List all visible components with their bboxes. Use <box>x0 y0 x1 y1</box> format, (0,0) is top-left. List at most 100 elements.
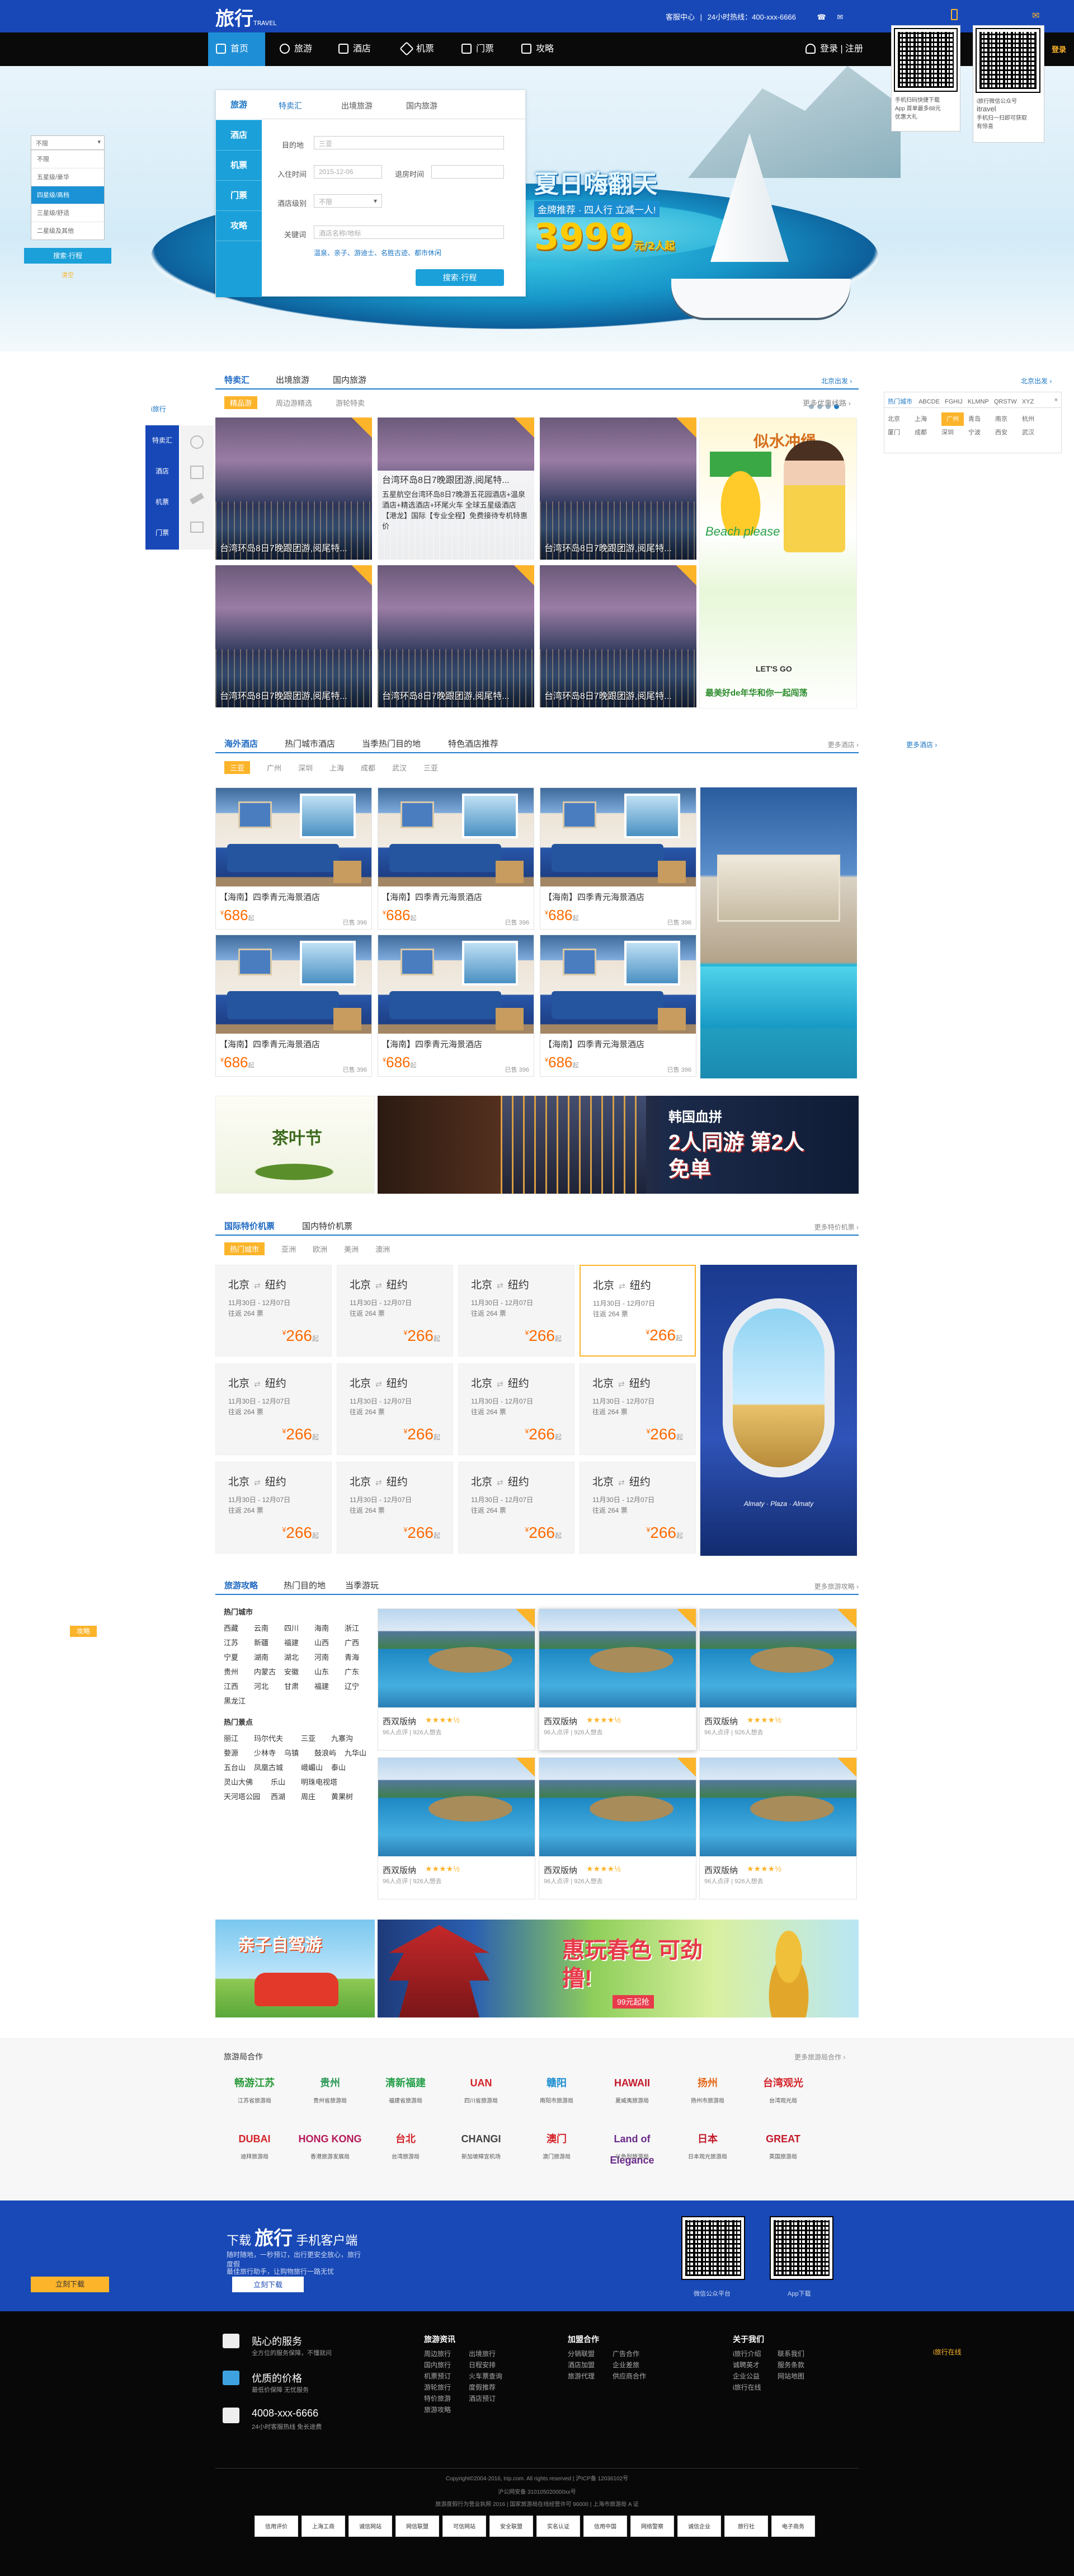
flight-card[interactable]: 北京 ⇄ 纽约 11月30日 - 12月07日 往返 264 票 ¥266起 <box>215 1265 332 1357</box>
guide-card[interactable]: 西双版纳 ★★★★½ 96人点评 | 926人想去 <box>699 1757 857 1899</box>
sale-card[interactable]: 台湾环岛8日7晚跟团游,阅尾特... <box>540 565 696 707</box>
partner-logo[interactable]: 澳门 澳门旅游局 <box>523 2128 590 2160</box>
city-link[interactable]: 杭州 <box>1022 412 1044 426</box>
flight-subtab-active[interactable]: 热门城市 <box>224 1242 265 1255</box>
partner-logo[interactable]: 贵州 贵州省旅游局 <box>296 2072 364 2104</box>
flight-card[interactable]: 北京 ⇄ 纽约 11月30日 - 12月07日 往返 264 票 ¥266起 <box>458 1462 574 1554</box>
footer-link[interactable]: 出境旅行 <box>469 2348 514 2359</box>
city-tab-active[interactable]: 热门城市 <box>888 398 912 405</box>
hotel-subtab[interactable]: 上海 <box>329 762 344 773</box>
trust-badge[interactable]: 安全联盟 <box>489 2516 533 2537</box>
feature-hotel-tab[interactable]: 特色酒店推荐 <box>448 738 498 749</box>
flight-card[interactable]: 北京 ⇄ 纽约 11月30日 - 12月07日 往返 264 票 ¥266起 <box>337 1265 453 1357</box>
hot-spot-link[interactable]: 鼓浪屿 <box>314 1746 345 1761</box>
city-link[interactable]: 成都 <box>915 426 941 439</box>
city-link[interactable]: 北京 <box>888 412 915 426</box>
close-icon[interactable]: × <box>1054 397 1058 403</box>
hot-city-link[interactable]: 福建 <box>314 1679 345 1694</box>
footer-link[interactable]: 联系我们 <box>778 2348 822 2359</box>
hot-city-link[interactable]: 广西 <box>345 1636 375 1650</box>
flight-card[interactable]: 北京 ⇄ 纽约 11月30日 - 12月07日 往返 264 票 ¥266起 <box>458 1363 574 1455</box>
hot-city-link[interactable]: 河北 <box>254 1679 284 1694</box>
hot-spot-link[interactable]: 周庄 <box>301 1790 331 1804</box>
trust-badge[interactable]: 诚信网站 <box>348 2516 392 2537</box>
hot-spot-link[interactable]: 九华山 <box>345 1746 375 1761</box>
service-center-link[interactable]: 客服中心 <box>666 13 695 21</box>
hotel-subtab[interactable]: 成都 <box>361 762 375 773</box>
guide-card[interactable]: 西双版纳 ★★★★½ 96人点评 | 926人想去 <box>539 1757 696 1899</box>
hotel-card[interactable]: 【海南】四季青元海景酒店 ¥686起 已售 396 <box>540 787 696 930</box>
footer-link[interactable]: 供应商合作 <box>613 2371 657 2382</box>
sale-card[interactable]: 台湾环岛8日7晚跟团游,阅尾特... <box>540 417 696 560</box>
hotel-card[interactable]: 【海南】四季青元海景酒店 ¥686起 已售 396 <box>378 787 534 930</box>
hot-spot-link[interactable]: 丽江 <box>224 1732 254 1746</box>
villa-ad[interactable] <box>700 787 857 1078</box>
level-select-input[interactable]: 不限 ▾ <box>314 194 382 208</box>
globe-icon[interactable] <box>190 435 204 449</box>
svtab-travel[interactable]: 旅游 <box>216 90 262 120</box>
trust-badge[interactable]: 网信联盟 <box>395 2516 439 2537</box>
flight-card[interactable]: 北京 ⇄ 纽约 11月30日 - 12月07日 往返 264 票 ¥266起 <box>580 1363 696 1455</box>
hot-city-link[interactable]: 江苏 <box>224 1636 254 1650</box>
footer-link[interactable]: 国内旅行 <box>424 2359 469 2371</box>
wechat-top-icon[interactable]: ✉ <box>1032 10 1039 21</box>
side-tag[interactable]: i旅行 <box>151 404 166 414</box>
site-logo[interactable]: 旅行TRAVEL <box>215 3 276 31</box>
hotel-card[interactable]: 【海南】四季青元海景酒店 ¥686起 已售 396 <box>215 787 372 930</box>
svtab-hotel[interactable]: 酒店 <box>216 120 262 151</box>
footer-link[interactable]: i旅行在线 <box>733 2382 778 2393</box>
hot-city-link[interactable]: 甘肃 <box>284 1679 314 1694</box>
hot-city-link[interactable]: 贵州 <box>224 1665 254 1679</box>
checkout-input[interactable] <box>431 165 504 179</box>
partner-logo[interactable]: HAWAII 夏威夷旅游局 <box>599 2072 666 2104</box>
spring-banner[interactable]: 惠玩春色 可劲撸! 99元起抢 <box>378 1920 859 2017</box>
hot-city-link[interactable]: 湖南 <box>254 1650 284 1665</box>
login-register-link[interactable]: 登录 | 注册 <box>805 32 863 66</box>
hot-city-link[interactable]: 海南 <box>314 1621 345 1636</box>
svtab-ticket[interactable]: 门票 <box>216 181 262 211</box>
flight-subtab[interactable]: 亚洲 <box>281 1244 296 1254</box>
hotel-icon[interactable] <box>190 466 204 479</box>
search-button[interactable]: 搜索·行程 <box>416 269 504 286</box>
level-option-selected[interactable]: 四星级/高档 <box>31 186 104 204</box>
hot-city-link[interactable]: 辽宁 <box>345 1679 375 1694</box>
footer-link[interactable]: 网站地图 <box>778 2371 822 2382</box>
checkin-input[interactable]: 2015-12-06 <box>314 165 382 179</box>
hotel-subtab[interactable]: 三亚 <box>423 762 438 773</box>
sale-subtab-active[interactable]: 精品游 <box>224 396 258 409</box>
hot-city-link[interactable]: 西藏 <box>224 1621 254 1636</box>
nav-home[interactable]: 首页 <box>208 32 265 66</box>
flight-subtab[interactable]: 澳洲 <box>375 1244 390 1254</box>
trust-badge[interactable]: 实名认证 <box>536 2516 580 2537</box>
partner-logo[interactable]: 日本 日本观光旅游局 <box>674 2128 741 2160</box>
trust-badge[interactable]: 诚信企业 <box>677 2516 721 2537</box>
partner-logo[interactable]: UAN 四川省旅游局 <box>447 2072 515 2104</box>
footer-link[interactable]: 日程安排 <box>469 2359 514 2371</box>
trust-badge[interactable]: 可信网站 <box>442 2516 486 2537</box>
footer-link[interactable]: 游轮旅行 <box>424 2382 469 2393</box>
level-option[interactable]: 二星级及其他 <box>31 222 104 240</box>
guide-card[interactable]: 西双版纳 ★★★★½ 96人点评 | 926人想去 <box>699 1608 857 1751</box>
svtab-guide[interactable]: 攻略 <box>216 211 262 241</box>
footer-link[interactable]: 旅游代理 <box>568 2371 613 2382</box>
hot-spot-link[interactable]: 玛尔代夫 <box>254 1732 301 1746</box>
hot-spot-link[interactable]: 天河塔公园 <box>224 1790 271 1804</box>
hotel-subtab[interactable]: 武汉 <box>392 762 407 773</box>
sale-subtab[interactable]: 周边游精选 <box>276 397 312 408</box>
level-select[interactable]: 不限 ▾ <box>31 135 105 150</box>
guide-more-link[interactable]: 更多旅游攻略 › <box>814 1582 859 1591</box>
trust-badge[interactable]: 信用评价 <box>255 2516 298 2537</box>
window-ad[interactable]: Almaty · Plaza · Almaty <box>700 1265 857 1556</box>
hotel-more-link[interactable]: 更多酒店 › <box>828 740 859 749</box>
svtab-flight[interactable]: 机票 <box>216 151 262 181</box>
partner-logo[interactable]: 清新福建 福建省旅游局 <box>372 2072 439 2104</box>
flight-card[interactable]: 北京 ⇄ 纽约 11月30日 - 12月07日 往返 264 票 ¥266起 <box>215 1462 332 1554</box>
hot-city-link[interactable]: 内蒙古 <box>254 1665 284 1679</box>
outbound-tab[interactable]: 出境旅游 <box>276 374 309 386</box>
hot-city-link[interactable]: 广东 <box>345 1665 375 1679</box>
city-link[interactable]: 宁波 <box>968 426 995 439</box>
login-link-top[interactable]: 登录 <box>1052 44 1066 54</box>
city-tab[interactable]: QRSTW <box>994 398 1017 405</box>
partner-logo[interactable]: 畅游江苏 江苏省旅游局 <box>221 2072 288 2104</box>
hotel-subtab[interactable]: 广州 <box>267 762 281 773</box>
